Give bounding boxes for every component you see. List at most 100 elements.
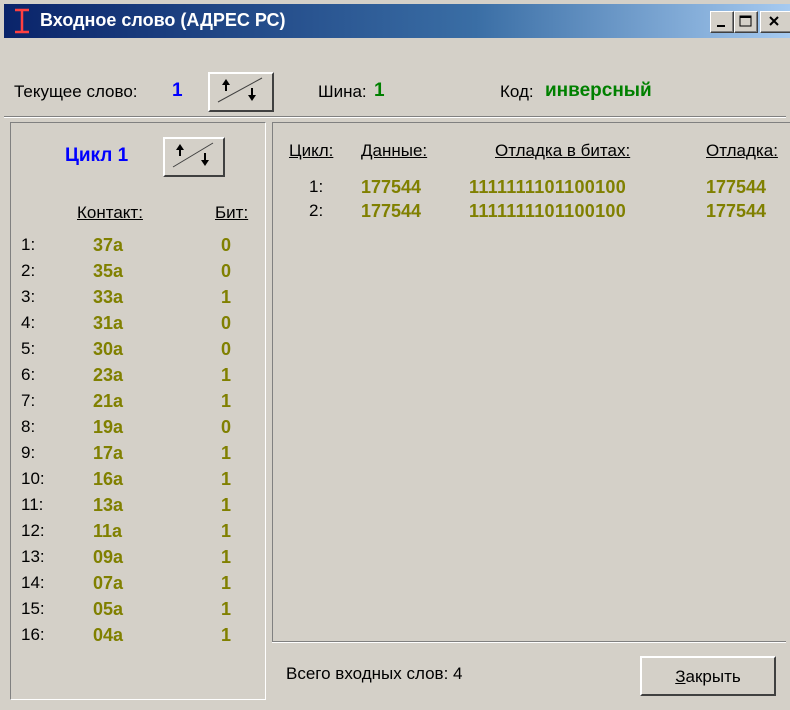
contact-value: 16a bbox=[93, 469, 124, 489]
contact-value: 11a bbox=[93, 521, 123, 541]
cycle-cell: 1: bbox=[309, 177, 324, 196]
row-index: 3: bbox=[21, 287, 36, 306]
contact-value: 35a bbox=[93, 261, 124, 281]
row-index: 7: bbox=[21, 391, 36, 410]
row-index: 4: bbox=[21, 313, 36, 332]
row-index: 16: bbox=[21, 625, 45, 644]
cycle-updown-button[interactable] bbox=[163, 137, 225, 177]
bits-col-header: Отладка в битах: bbox=[495, 141, 631, 160]
list-item: 3: 33a 1 bbox=[11, 287, 265, 313]
row-index: 8: bbox=[21, 417, 36, 436]
row-index: 9: bbox=[21, 443, 36, 462]
bit-value: 0 bbox=[221, 235, 232, 255]
top-separator bbox=[4, 116, 786, 118]
list-item: 11: 13a 1 bbox=[11, 495, 265, 521]
cycle-col-header: Цикл: bbox=[289, 141, 334, 160]
table-row: 2: 177544 1111111101100100 177544 bbox=[273, 201, 790, 225]
bit-value: 1 bbox=[221, 287, 232, 307]
row-index: 1: bbox=[21, 235, 36, 254]
bit-header: Бит: bbox=[215, 203, 249, 222]
debug-cell: 177544 bbox=[706, 201, 767, 221]
bit-value: 1 bbox=[221, 495, 232, 515]
list-item: 15: 05a 1 bbox=[11, 599, 265, 625]
list-item: 2: 35a 0 bbox=[11, 261, 265, 287]
contact-value: 21a bbox=[93, 391, 124, 411]
bit-value: 1 bbox=[221, 365, 232, 385]
contact-value: 13a bbox=[93, 495, 124, 515]
close-button-label: Закрыть bbox=[675, 667, 741, 686]
row-index: 15: bbox=[21, 599, 45, 618]
close-window-button[interactable] bbox=[760, 11, 790, 33]
list-item: 14: 07a 1 bbox=[11, 573, 265, 599]
main-window: Входное слово (АДРЕС РС) Текущее слово: … bbox=[0, 0, 790, 710]
bit-value: 0 bbox=[221, 313, 232, 333]
table-row: 1: 177544 1111111101100100 177544 bbox=[273, 177, 790, 201]
list-item: 6: 23a 1 bbox=[11, 365, 265, 391]
cycle-title: Цикл 1 bbox=[65, 145, 129, 166]
current-word-updown-button[interactable] bbox=[208, 72, 274, 112]
contact-bit-list: 1: 37a 0 2: 35a 0 3: 33a 1 4: 31a 0 5: 30a 0 6: 23a 1 7: 21… bbox=[11, 235, 265, 651]
debug-cell: 177544 bbox=[706, 177, 767, 197]
row-index: 2: bbox=[21, 261, 36, 280]
data-panel: Цикл: Данные: Отладка в битах: Отладка: … bbox=[272, 122, 790, 641]
contact-value: 04a bbox=[93, 625, 124, 645]
row-index: 5: bbox=[21, 339, 36, 358]
bit-value: 1 bbox=[221, 599, 232, 619]
list-item: 10: 16a 1 bbox=[11, 469, 265, 495]
contact-value: 07a bbox=[93, 573, 124, 593]
bits-panel: Цикл 1 Контакт: Бит: 1: 37a 0 2: 35a 0 3: 33a 1 4… bbox=[10, 122, 266, 700]
bits-cell: 1111111101100100 bbox=[469, 201, 627, 221]
bit-value: 0 bbox=[221, 417, 232, 437]
row-index: 11: bbox=[21, 495, 44, 514]
row-index: 6: bbox=[21, 365, 36, 384]
app-icon bbox=[15, 8, 29, 34]
bits-cell: 1111111101100100 bbox=[469, 177, 627, 197]
current-word-value: 1 bbox=[172, 80, 183, 101]
minimize-button[interactable] bbox=[710, 11, 734, 33]
list-item: 8: 19a 0 bbox=[11, 417, 265, 443]
data-cell: 177544 bbox=[361, 177, 422, 197]
contact-header: Контакт: bbox=[77, 203, 143, 222]
contact-value: 19a bbox=[93, 417, 124, 437]
bit-value: 1 bbox=[221, 573, 232, 593]
contact-value: 37a bbox=[93, 235, 124, 255]
list-item: 1: 37a 0 bbox=[11, 235, 265, 261]
contact-value: 17a bbox=[93, 443, 124, 463]
list-item: 7: 21a 1 bbox=[11, 391, 265, 417]
row-index: 10: bbox=[21, 469, 45, 488]
close-button[interactable]: Закрыть bbox=[640, 656, 776, 696]
cycle-cell: 2: bbox=[309, 201, 324, 220]
contact-value: 23a bbox=[93, 365, 124, 385]
close-icon bbox=[769, 16, 779, 26]
up-down-arrows-icon bbox=[217, 77, 263, 103]
row-index: 13: bbox=[21, 547, 45, 566]
contact-value: 05a bbox=[93, 599, 124, 619]
window-title: Входное слово (АДРЕС РС) bbox=[40, 10, 286, 30]
list-item: 16: 04a 1 bbox=[11, 625, 265, 651]
total-words-status: Всего входных слов: 4 bbox=[286, 664, 463, 683]
contact-value: 33a bbox=[93, 287, 124, 307]
code-label: Код: bbox=[500, 82, 534, 101]
row-index: 14: bbox=[21, 573, 45, 592]
list-item: 9: 17a 1 bbox=[11, 443, 265, 469]
bit-value: 1 bbox=[221, 547, 232, 567]
data-cell: 177544 bbox=[361, 201, 422, 221]
bit-value: 1 bbox=[221, 469, 232, 489]
maximize-button[interactable] bbox=[734, 11, 758, 33]
contact-value: 09a bbox=[93, 547, 124, 567]
row-index: 12: bbox=[21, 521, 45, 540]
code-value: инверсный bbox=[545, 80, 652, 101]
list-item: 12: 11a 1 bbox=[11, 521, 265, 547]
minimize-icon bbox=[717, 25, 725, 27]
bit-value: 0 bbox=[221, 339, 232, 359]
data-col-header: Данные: bbox=[361, 141, 428, 160]
bit-value: 1 bbox=[221, 443, 232, 463]
up-down-arrows-icon bbox=[172, 142, 214, 168]
bus-label: Шина: bbox=[318, 82, 367, 101]
current-word-label: Текущее слово: bbox=[14, 82, 138, 101]
bit-value: 1 bbox=[221, 521, 232, 541]
list-item: 4: 31a 0 bbox=[11, 313, 265, 339]
list-item: 13: 09a 1 bbox=[11, 547, 265, 573]
bit-value: 1 bbox=[221, 391, 232, 411]
title-bar[interactable]: Входное слово (АДРЕС РС) bbox=[4, 4, 790, 38]
